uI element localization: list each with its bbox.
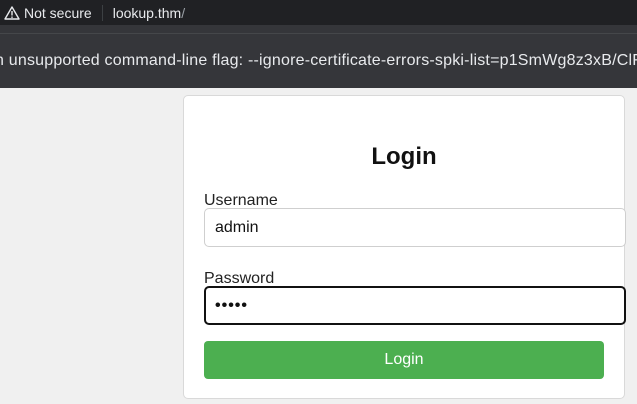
login-card: Login Username admin Password ••••• Logi…	[183, 95, 626, 399]
login-title: Login	[371, 143, 437, 170]
url-host: lookup.thm	[112, 4, 182, 21]
infobar-message: n unsupported command-line flag: --ignor…	[0, 52, 637, 69]
address-separator	[101, 4, 103, 21]
login-button[interactable]: Login	[204, 341, 604, 379]
security-indicator[interactable]: Not secure	[0, 0, 92, 25]
username-value: admin	[215, 218, 259, 236]
warning-icon	[4, 5, 20, 20]
password-value: •••••	[215, 296, 249, 314]
url-path: /	[181, 4, 186, 21]
address-bar: Not secure lookup.thm/	[0, 0, 637, 25]
page-body: Login Username admin Password ••••• Logi…	[0, 88, 637, 404]
login-button-label: Login	[384, 351, 424, 368]
toolbar-strip	[0, 25, 637, 33]
not-secure-label: Not secure	[24, 4, 92, 21]
password-input[interactable]: •••••	[204, 286, 626, 325]
url-field[interactable]: lookup.thm/	[113, 5, 185, 21]
warning-infobar: n unsupported command-line flag: --ignor…	[0, 33, 637, 88]
username-input[interactable]: admin	[204, 208, 626, 247]
